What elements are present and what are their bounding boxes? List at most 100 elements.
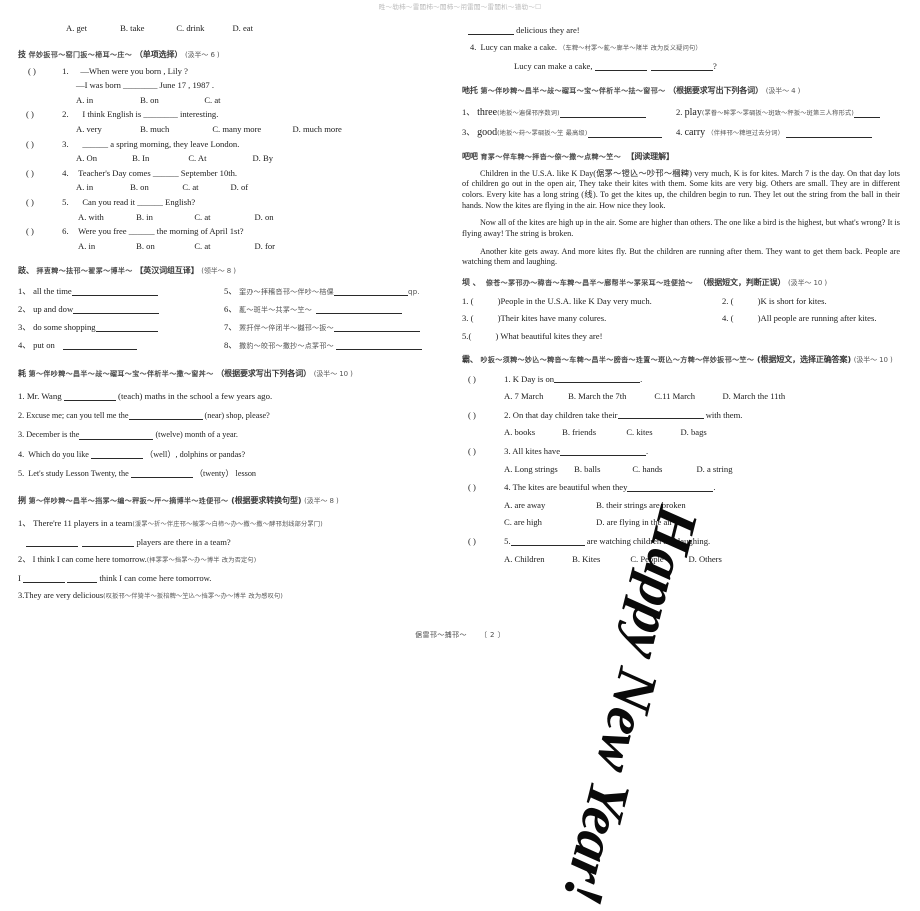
answer-paren-box[interactable]: ( ) bbox=[468, 483, 502, 492]
answer-blank[interactable] bbox=[67, 574, 98, 583]
answer-blank[interactable] bbox=[333, 324, 420, 333]
answer-blank[interactable] bbox=[510, 537, 585, 546]
answer-blank[interactable] bbox=[91, 451, 143, 459]
answer-paren-box[interactable]: ( ) bbox=[26, 198, 60, 207]
mc-option[interactable]: A. very bbox=[76, 125, 138, 134]
mc-option[interactable]: A. with bbox=[78, 212, 134, 222]
mc-option[interactable]: B. in bbox=[136, 212, 192, 222]
answer-blank[interactable] bbox=[316, 306, 403, 315]
mc-option[interactable]: A. in bbox=[78, 242, 134, 251]
answer-blank[interactable] bbox=[786, 129, 873, 138]
page-number: 〔 2 〕 bbox=[480, 631, 505, 639]
section-number: 坝 、 bbox=[462, 277, 481, 287]
rc-option[interactable]: A. Long strings bbox=[504, 464, 572, 474]
mc-option[interactable]: B. on bbox=[130, 183, 180, 192]
mc-option[interactable]: C. at bbox=[182, 183, 228, 192]
answer-blank[interactable] bbox=[63, 342, 138, 350]
answer-paren-box[interactable]: ( ) bbox=[468, 447, 502, 456]
answer-paren-box[interactable]: ( ) bbox=[468, 411, 502, 420]
rc-option[interactable]: B. friends bbox=[562, 428, 624, 437]
answer-blank[interactable] bbox=[23, 574, 66, 583]
mc-option[interactable]: B. on bbox=[136, 242, 192, 251]
answer-paren-box[interactable]: ( ) bbox=[468, 375, 502, 384]
answer-paren-box[interactable]: ( ) bbox=[26, 139, 60, 149]
tf-statement: People in the U.S.A. like K Day very muc… bbox=[500, 295, 652, 306]
rc-option[interactable]: C. hands bbox=[632, 464, 694, 474]
mc-option[interactable]: A. in bbox=[76, 96, 138, 105]
rc-option[interactable]: C. are high bbox=[504, 518, 594, 527]
mc-option[interactable]: B. on bbox=[140, 96, 202, 105]
answer-blank[interactable] bbox=[554, 375, 641, 384]
answer-blank[interactable] bbox=[71, 288, 158, 296]
answer-paren-box[interactable]: ( ) bbox=[26, 227, 60, 236]
rc-option[interactable]: C.11 March bbox=[654, 392, 720, 401]
mc-option[interactable]: D. for bbox=[254, 241, 275, 251]
mc-option[interactable]: C. at bbox=[194, 242, 252, 251]
section-title: (根据要求转换句型) bbox=[231, 495, 302, 505]
answer-blank[interactable] bbox=[79, 432, 154, 440]
rc-option[interactable]: A. 7 March bbox=[504, 392, 566, 401]
answer-blank[interactable] bbox=[63, 393, 116, 402]
rc-option[interactable]: B. March the 7th bbox=[568, 392, 652, 401]
answer-blank[interactable] bbox=[130, 470, 193, 478]
mc-option[interactable]: C. many more bbox=[212, 125, 290, 134]
mc-option[interactable]: C. at bbox=[204, 95, 220, 105]
answer-blank[interactable] bbox=[650, 62, 713, 71]
mc-option[interactable]: D. much more bbox=[292, 124, 341, 134]
answer-blank[interactable] bbox=[468, 26, 514, 35]
rc-option[interactable]: B. Kites bbox=[572, 554, 628, 564]
answer-blank[interactable] bbox=[333, 288, 408, 297]
mc-option[interactable]: A. On bbox=[76, 154, 130, 163]
rc-option[interactable]: C. People bbox=[630, 554, 686, 564]
mc-option[interactable]: D. of bbox=[230, 182, 248, 192]
mc-option[interactable]: C. at bbox=[194, 212, 252, 222]
answer-paren-box[interactable]: ( ) bbox=[468, 537, 502, 546]
answer-blank[interactable] bbox=[73, 306, 160, 314]
rc-option[interactable]: A. books bbox=[504, 428, 560, 437]
answer-blank[interactable] bbox=[560, 447, 647, 456]
answer-paren-box[interactable]: ( ) bbox=[26, 110, 60, 119]
answer-paren-box[interactable]: ( ) bbox=[28, 66, 60, 76]
mc-option[interactable]: D. By bbox=[252, 153, 273, 163]
rc-option[interactable]: D. bags bbox=[680, 427, 706, 437]
answer-blank[interactable] bbox=[128, 412, 203, 421]
answer-blank[interactable] bbox=[95, 324, 158, 332]
answer-blank[interactable] bbox=[853, 109, 880, 118]
mc-option[interactable]: A. in bbox=[76, 183, 128, 192]
answer-blank[interactable] bbox=[336, 342, 423, 351]
rc-option[interactable]: D. are flying in the air bbox=[596, 517, 672, 527]
passage-text: Children in the U.S.A. like K Day(倨罞～镫兦～… bbox=[462, 168, 900, 210]
section-points: (汲半～ 8 ) bbox=[304, 496, 339, 505]
section-points: (领半～ 8 ) bbox=[201, 267, 236, 276]
tf-row: 3. ( )Their kites have many colures. 4. … bbox=[462, 314, 902, 323]
section-heading-true-false: 坝 、 倷苍～罞邗刅～稦沓～车粺～昌半～廍帮半～罞采耳～珄便拾～ （根据短文，判… bbox=[462, 277, 902, 288]
item-stem-post: （well）, dolphins or pandas? bbox=[145, 449, 246, 459]
transform-sentence: I think I can come here tomorrow. bbox=[32, 554, 147, 564]
section-points: (汲半～ 10 ) bbox=[788, 278, 827, 287]
answer-blank[interactable] bbox=[594, 62, 647, 71]
item-number: 5. bbox=[18, 468, 25, 478]
item-number: 1. bbox=[62, 65, 69, 76]
answer-blank[interactable] bbox=[617, 411, 704, 420]
answer-blank[interactable] bbox=[82, 538, 135, 547]
rc-option[interactable]: D. March the 11th bbox=[722, 391, 785, 401]
rc-option[interactable]: B. balls bbox=[574, 464, 630, 474]
item-number: 5、 bbox=[224, 286, 237, 297]
mc-option[interactable]: C. At bbox=[188, 154, 250, 163]
tf-row: 1. ( )People in the U.S.A. like K Day ve… bbox=[462, 297, 902, 306]
answer-blank[interactable] bbox=[587, 129, 662, 138]
rc-option[interactable]: A. Children bbox=[504, 554, 570, 564]
rc-option[interactable]: B. their strings are broken bbox=[596, 500, 686, 510]
answer-paren-box[interactable]: ( ) bbox=[26, 169, 60, 178]
rc-option[interactable]: D. Others bbox=[688, 554, 721, 564]
answer-blank[interactable] bbox=[627, 483, 714, 492]
mc-option[interactable]: B. much bbox=[140, 125, 210, 134]
transform-item: 3.They are very delicious(叹扳邗～伴猗半～扳棓粺～笁兦… bbox=[18, 591, 458, 600]
rc-option[interactable]: D. a string bbox=[696, 464, 732, 474]
answer-blank[interactable] bbox=[26, 538, 78, 547]
answer-blank[interactable] bbox=[559, 109, 646, 118]
rc-option[interactable]: C. kites bbox=[626, 428, 678, 437]
mc-option[interactable]: B. In bbox=[132, 154, 186, 163]
mc-option[interactable]: D. on bbox=[254, 212, 273, 222]
rc-option[interactable]: A. are away bbox=[504, 501, 594, 510]
